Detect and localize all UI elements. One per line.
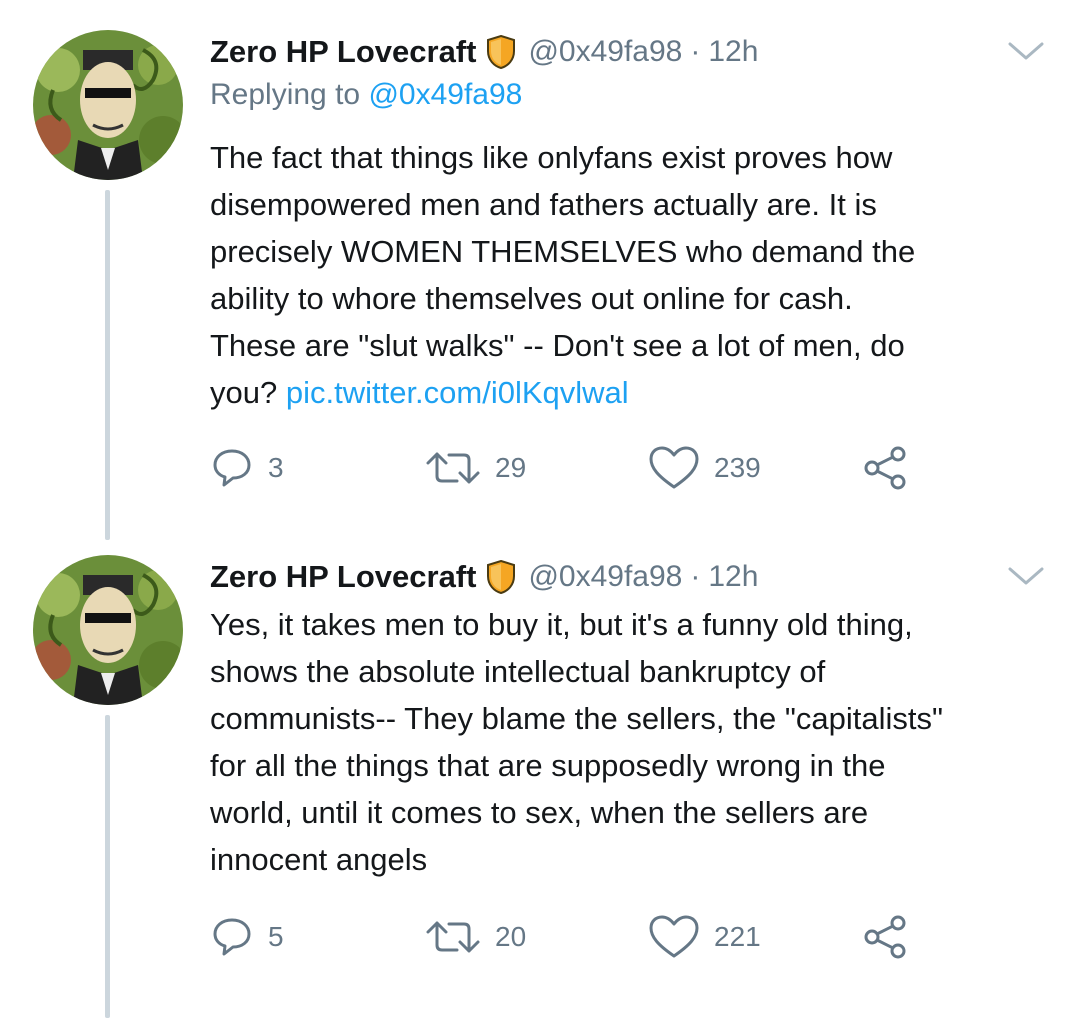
author-handle[interactable]: @0x49fa98 xyxy=(528,35,682,69)
tweet-text-line: communists-- They blame the sellers, the… xyxy=(210,701,943,736)
retweet-count: 29 xyxy=(495,452,527,483)
tweet-text-line: Yes, it takes men to buy it, but it's a … xyxy=(210,607,913,642)
tweet-actions: 3 29 239 xyxy=(210,443,930,493)
retweet-icon xyxy=(426,452,480,484)
tweet[interactable]: Zero HP Lovecraft @0x49fa98 · 12h Yes, i… xyxy=(0,555,1080,1018)
avatar[interactable] xyxy=(33,555,183,705)
replying-prefix: Replying to xyxy=(210,78,369,111)
tweet-text-line: The fact that things like onlyfans exist… xyxy=(210,140,893,175)
separator-dot: · xyxy=(690,560,701,593)
share-button[interactable] xyxy=(862,912,908,962)
avatar-image xyxy=(33,555,183,705)
tweet-header: Zero HP Lovecraft @0x49fa98 · 12h xyxy=(210,30,758,74)
retweet-count: 20 xyxy=(495,921,527,952)
reply-icon xyxy=(213,449,251,487)
timestamp[interactable]: 12h xyxy=(708,35,758,69)
tweet-text: The fact that things like onlyfans exist… xyxy=(210,134,1050,416)
like-count: 221 xyxy=(714,921,761,952)
retweet-button[interactable]: 29 xyxy=(425,443,526,493)
timestamp[interactable]: 12h xyxy=(708,560,758,594)
tweet-text-line: innocent angels xyxy=(210,842,428,877)
tweet[interactable]: Zero HP Lovecraft @0x49fa98 · 12h Replyi… xyxy=(0,30,1080,510)
tweet-text-line: world, until it comes to sex, when the s… xyxy=(210,795,869,830)
author-name[interactable]: Zero HP Lovecraft xyxy=(210,559,476,595)
replying-to: Replying to @0x49fa98 xyxy=(210,78,522,112)
replying-to-handle[interactable]: @0x49fa98 xyxy=(368,78,522,111)
like-button[interactable]: 221 xyxy=(648,912,761,962)
reply-icon xyxy=(213,918,251,956)
share-icon xyxy=(864,446,906,490)
tweet-text-line: precisely WOMEN THEMSELVES who demand th… xyxy=(210,234,916,269)
retweet-icon xyxy=(426,921,480,953)
like-count: 239 xyxy=(714,452,761,483)
like-button[interactable]: 239 xyxy=(648,443,761,493)
share-icon xyxy=(864,915,906,959)
avatar[interactable] xyxy=(33,30,183,180)
reply-button[interactable]: 3 xyxy=(210,443,284,493)
reply-count: 3 xyxy=(268,452,284,483)
like-icon xyxy=(649,446,699,489)
tweet-text-line: These are "slut walks" -- Don't see a lo… xyxy=(210,328,905,363)
tweet-text-fragment: you? xyxy=(210,375,286,410)
tweet-actions: 5 20 221 xyxy=(210,912,930,962)
tweet-text-line: shows the absolute intellectual bankrupt… xyxy=(210,654,826,689)
author-handle[interactable]: @0x49fa98 xyxy=(528,560,682,594)
chevron-down-icon[interactable] xyxy=(1004,561,1048,591)
tweet-text-line: for all the things that are supposedly w… xyxy=(210,748,886,783)
tweet-text-line: you? pic.twitter.com/i0lKqvlwal xyxy=(210,369,1050,416)
author-name[interactable]: Zero HP Lovecraft xyxy=(210,34,476,70)
media-link[interactable]: pic.twitter.com/i0lKqvlwal xyxy=(286,375,629,410)
retweet-button[interactable]: 20 xyxy=(425,912,526,962)
chevron-down-icon[interactable] xyxy=(1004,36,1048,66)
separator-dot: · xyxy=(690,35,701,68)
share-button[interactable] xyxy=(862,443,908,493)
like-icon xyxy=(649,915,699,958)
avatar-image xyxy=(33,30,183,180)
tweet-header: Zero HP Lovecraft @0x49fa98 · 12h xyxy=(210,555,758,599)
shield-badge-icon xyxy=(486,35,516,69)
tweet-text-line: ability to whore themselves out online f… xyxy=(210,281,853,316)
tweet-text: Yes, it takes men to buy it, but it's a … xyxy=(210,601,1050,883)
shield-badge-icon xyxy=(486,560,516,594)
tweet-text-line: disempowered men and fathers actually ar… xyxy=(210,187,877,222)
reply-button[interactable]: 5 xyxy=(210,912,284,962)
reply-count: 5 xyxy=(268,921,284,952)
